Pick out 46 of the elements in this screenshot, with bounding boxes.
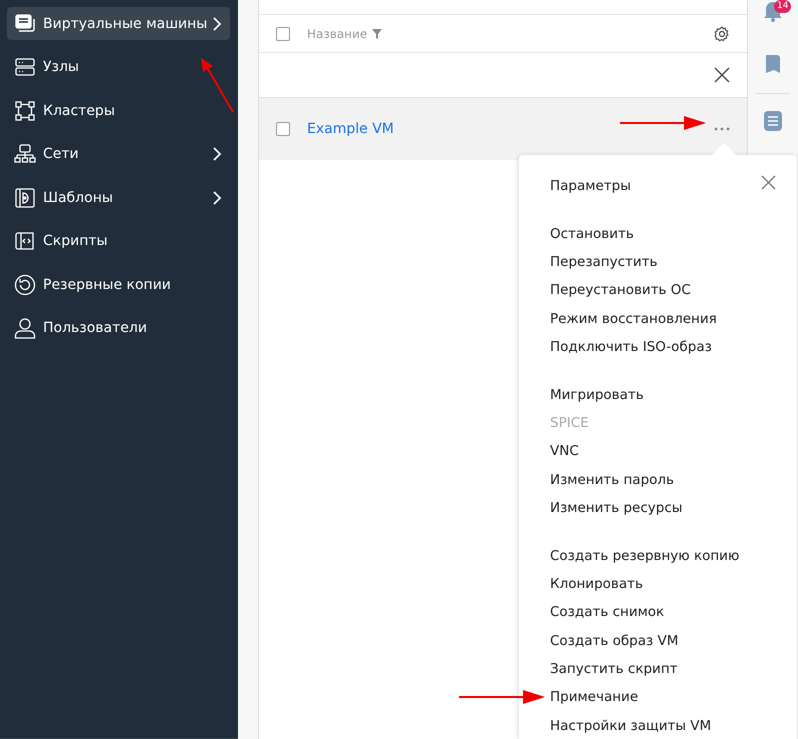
close-icon[interactable] (761, 175, 776, 190)
settings-icon[interactable] (714, 26, 730, 42)
annotation-arrow (199, 58, 235, 114)
menu-item[interactable]: Подключить ISO-образ (519, 332, 797, 362)
sidebar-item[interactable]: Резервные копии (7, 268, 230, 301)
menu-item[interactable]: Настройки защиты VM (519, 712, 797, 739)
sidebar-item[interactable]: Скрипты (7, 224, 230, 258)
sidebar-item[interactable]: Виртуальные машины (7, 7, 230, 40)
menu-item[interactable]: Создать снимок (519, 598, 797, 627)
user-icon (14, 317, 36, 339)
menu-item[interactable]: Примечание (519, 683, 797, 712)
menu-item[interactable]: Изменить пароль (519, 466, 797, 494)
row-checkbox[interactable] (276, 122, 290, 136)
server-icon (14, 56, 36, 78)
network-icon (14, 143, 36, 165)
menu-item[interactable]: Остановить (519, 220, 797, 248)
sidebar-item[interactable]: Сети (7, 138, 230, 170)
menu-item[interactable]: Параметры (519, 172, 797, 200)
table-row[interactable]: Example VM (259, 98, 747, 160)
vm-name-link[interactable]: Example VM (307, 121, 394, 137)
select-all-checkbox[interactable] (276, 26, 290, 40)
menu-item[interactable]: Перезапустить (519, 248, 797, 276)
bookmark-icon[interactable] (764, 53, 782, 73)
filter-icon[interactable] (372, 28, 382, 38)
menu-item[interactable]: Изменить ресурсы (519, 494, 797, 522)
more-icon[interactable] (714, 127, 730, 131)
menu-item[interactable]: Мигрировать (519, 380, 797, 410)
sidebar-item[interactable]: Шаблоны (7, 181, 230, 214)
close-icon[interactable] (714, 67, 730, 83)
menu-item[interactable]: Переустановить ОС (519, 276, 797, 305)
list-icon[interactable] (764, 111, 782, 131)
template-icon (14, 186, 36, 208)
menu-item[interactable]: Режим восстановления (519, 304, 797, 333)
menu-item[interactable]: Запустить скрипт (519, 654, 797, 684)
sidebar-item[interactable]: Пользователи (7, 312, 230, 344)
sidebar-item[interactable]: Узлы (7, 50, 230, 84)
script-icon (14, 230, 36, 252)
sidebar-item[interactable]: Кластеры (7, 94, 230, 127)
menu-item[interactable]: Создать образ VM (519, 626, 797, 655)
vm-icon (14, 12, 36, 34)
backup-icon (14, 274, 36, 296)
notification-badge: 14 (774, 0, 792, 13)
cluster-icon (14, 100, 36, 122)
menu-item[interactable]: Клонировать (519, 570, 797, 598)
menu-item[interactable]: Создать резервную копию (519, 542, 797, 570)
menu-item[interactable]: VNC (519, 437, 797, 466)
